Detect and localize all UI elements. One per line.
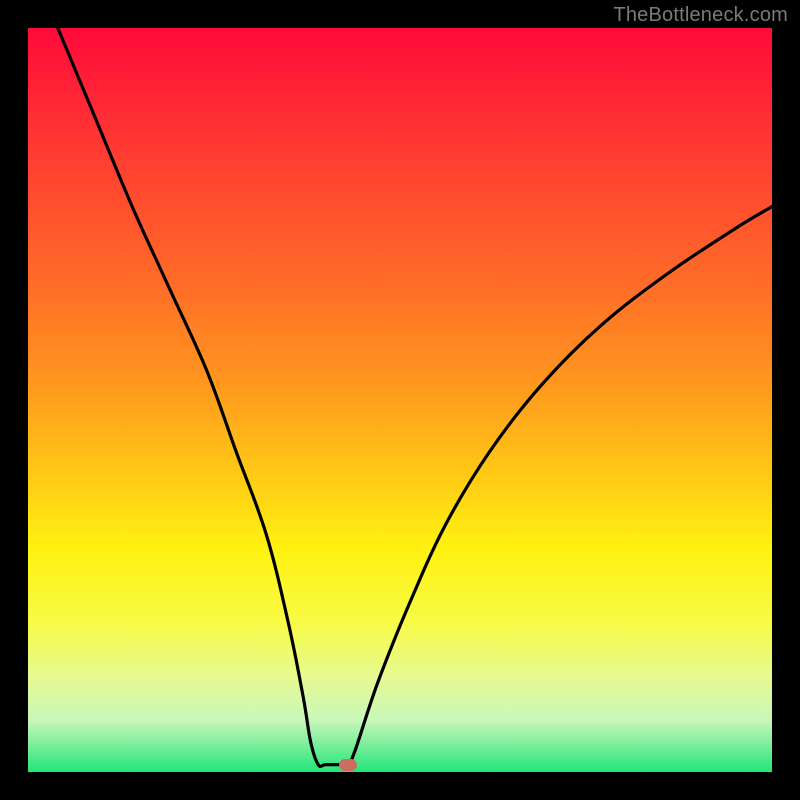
bottleneck-curve bbox=[28, 28, 772, 772]
plot-area bbox=[28, 28, 772, 772]
optimal-point-marker bbox=[339, 759, 357, 771]
chart-frame: TheBottleneck.com bbox=[0, 0, 800, 800]
watermark-text: TheBottleneck.com bbox=[613, 4, 788, 27]
